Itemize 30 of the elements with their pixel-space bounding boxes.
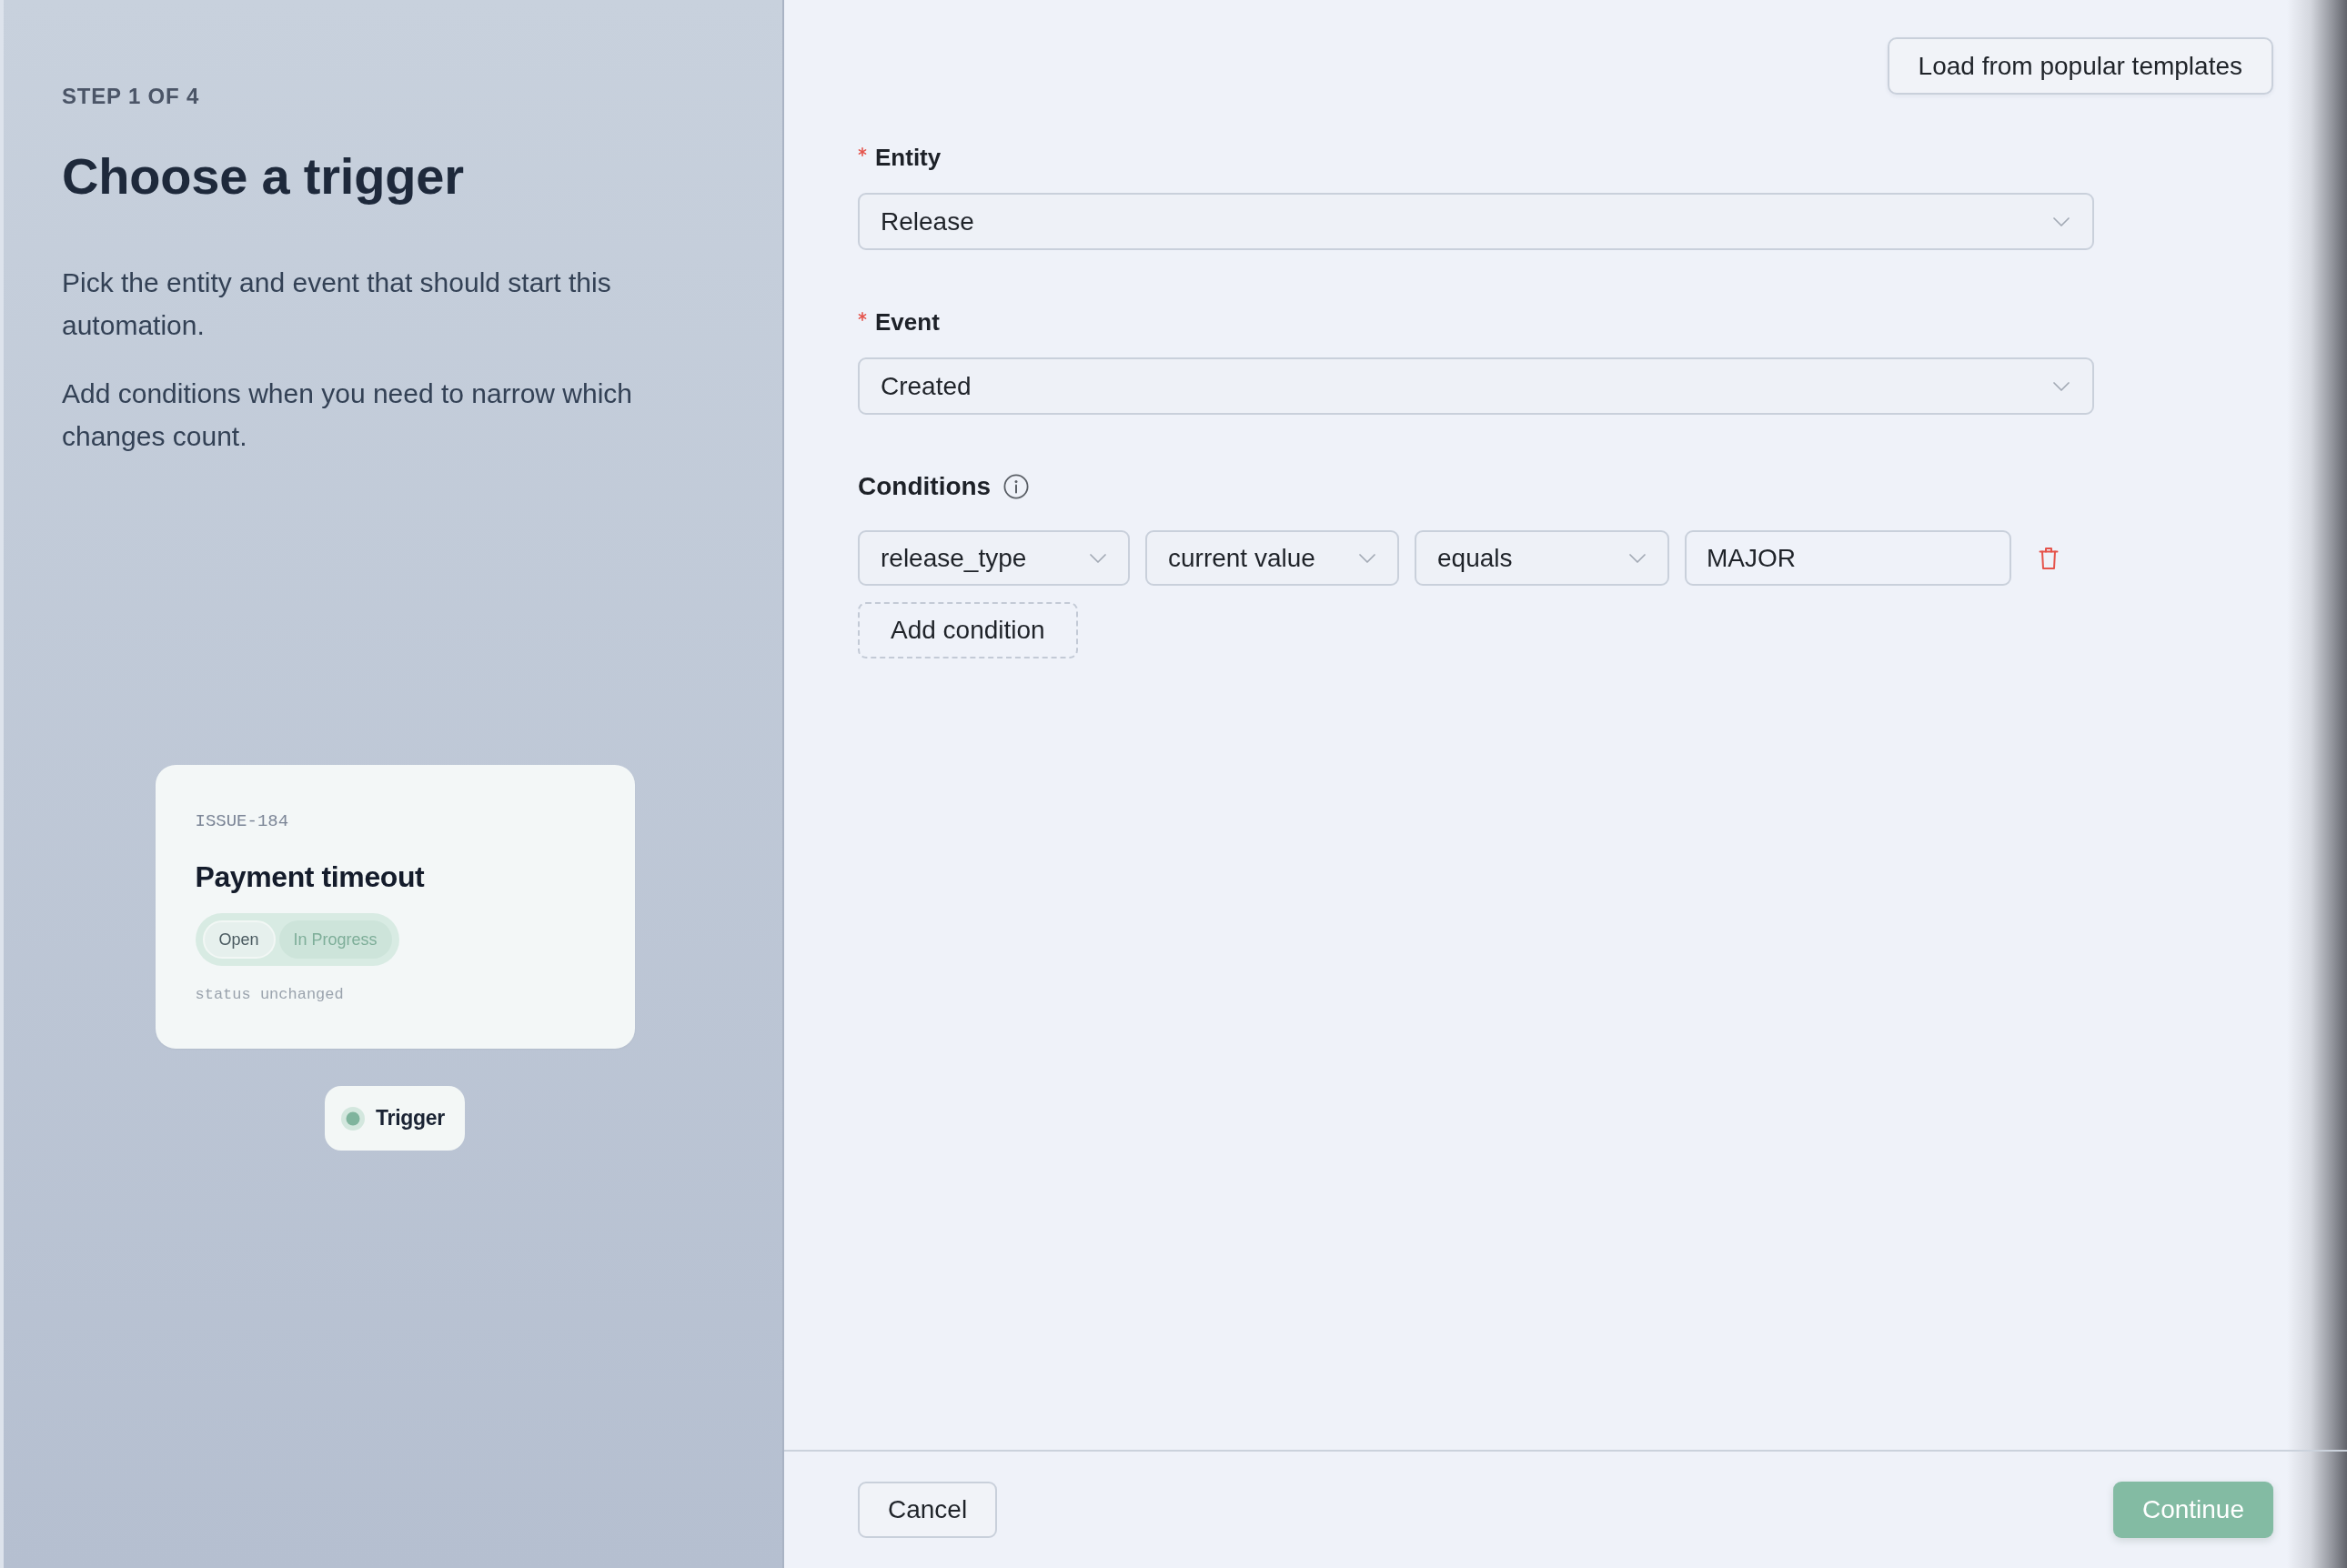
- status-note: status unchanged: [195, 985, 344, 1005]
- page-title: Choose a trigger: [62, 146, 464, 206]
- issue-title: Payment timeout: [195, 859, 425, 895]
- description-text: Add conditions when you need to narrow which changes count.: [62, 377, 634, 453]
- status-chip: In Progress: [278, 920, 392, 959]
- select-field[interactable]: Created: [858, 357, 2094, 415]
- field-label: Entity: [875, 143, 942, 173]
- info-icon[interactable]: [1003, 474, 1030, 499]
- description-text: Pick the entity and event that should start this automation.: [62, 266, 612, 342]
- select-field[interactable]: release_type: [858, 530, 1130, 586]
- templates-button[interactable]: Load from popular templates: [1887, 37, 2273, 95]
- chevron-down-icon: [1629, 553, 1646, 563]
- trash-icon: [2039, 546, 2059, 570]
- add-condition-button[interactable]: Add condition: [858, 602, 1078, 658]
- step-label: STEP 1 OF 4: [62, 83, 200, 110]
- select-field[interactable]: current value: [1145, 530, 1399, 586]
- text-input[interactable]: MAJOR: [1685, 530, 2011, 586]
- status-chip: Open: [202, 920, 276, 959]
- trigger-label: Trigger: [376, 1106, 445, 1131]
- chevron-down-icon: [2053, 216, 2070, 226]
- select-field[interactable]: Release: [858, 193, 2094, 250]
- chevron-down-icon: [1359, 553, 1375, 563]
- section-label: Conditions: [858, 471, 992, 502]
- cancel-button[interactable]: Cancel: [858, 1482, 998, 1538]
- issue-key: ISSUE-184: [195, 810, 289, 832]
- chevron-down-icon: [1090, 553, 1106, 563]
- select-field[interactable]: equals: [1415, 530, 1669, 586]
- chevron-down-icon: [2053, 381, 2070, 391]
- status-dot-icon: [341, 1106, 366, 1131]
- field-label: Event: [875, 307, 940, 337]
